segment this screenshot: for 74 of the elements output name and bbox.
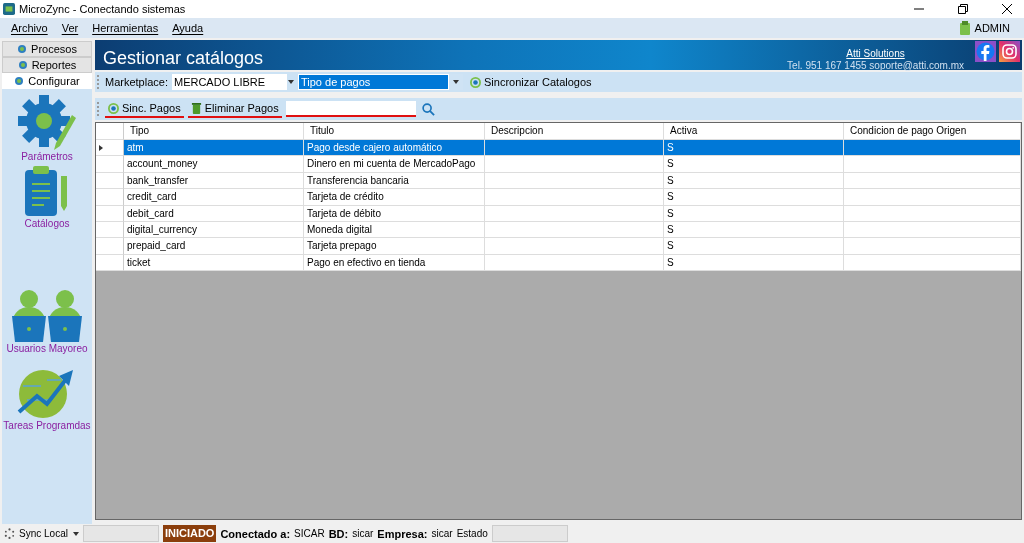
facebook-icon[interactable] [975, 41, 996, 62]
sync-catalogs-button[interactable]: Sincronizar Catalogos [467, 73, 595, 91]
marketplace-dropdown[interactable]: MERCADO LIBRE [172, 74, 296, 90]
table-cell: credit_card [124, 189, 304, 206]
side-tab[interactable]: Reportes [2, 57, 92, 73]
side-item-label[interactable]: Parámetros [21, 151, 73, 162]
status-value: sicar [431, 528, 453, 539]
menu-item[interactable]: Archivo [4, 22, 55, 34]
user-name: ADMIN [974, 22, 1010, 34]
sync-local-dropdown[interactable]: Sync Local [19, 528, 79, 539]
close-icon[interactable] [1002, 4, 1012, 14]
trash-icon [190, 102, 202, 114]
table-cell: S [664, 205, 844, 222]
catalog-dropdown[interactable]: Tipo de pagos [298, 74, 463, 90]
search-field[interactable] [285, 101, 416, 117]
side-item-label[interactable]: Catálogos [24, 218, 70, 229]
table-cell: Tarjeta de débito [304, 205, 485, 222]
gear-icon[interactable] [18, 93, 76, 151]
table-cell: Tarjeta de crédito [304, 189, 485, 206]
menu-item[interactable]: Ver [54, 22, 86, 34]
table-cell: Pago en efectivo en tienda [304, 254, 485, 272]
caret-icon [453, 80, 459, 84]
table-cell: S [664, 254, 844, 272]
sync-icon [470, 76, 481, 88]
search-icon[interactable] [421, 102, 435, 116]
table-row[interactable]: prepaid_card Tarjeta prepago S [96, 238, 1021, 255]
menu-item[interactable]: Ayuda [165, 22, 211, 34]
menu-item[interactable]: Herramientas [85, 22, 166, 34]
table-cell: S [664, 156, 844, 173]
table-cell: debit_card [124, 205, 304, 222]
tab-icon [14, 76, 25, 86]
table-row[interactable]: atm Pago desde cajero automático S [96, 140, 1021, 157]
table-cell: account_money [124, 156, 304, 173]
status-badge: INICIADO [162, 525, 217, 542]
company-link[interactable]: Atti Solutions [846, 48, 905, 60]
page-title: Gestionar catálogos [103, 46, 264, 69]
app-icon [3, 3, 15, 15]
user-icon [958, 21, 971, 35]
status-label: Empresa: [377, 527, 428, 540]
side-tab[interactable]: Procesos [2, 41, 92, 57]
status-label: Estado [456, 528, 488, 539]
table-cell: S [664, 189, 844, 206]
caret-icon [72, 531, 79, 536]
tab-icon [17, 60, 28, 70]
table-row[interactable]: credit_card Tarjeta de crédito S [96, 189, 1021, 206]
table-row[interactable]: account_money Dinero en mi cuenta de MercadoPago S [96, 156, 1021, 173]
side-item-label[interactable]: Usuarios Mayoreo [6, 343, 88, 354]
row-pointer-icon [99, 144, 103, 151]
status-label: BD: [328, 527, 349, 540]
users-icon[interactable] [11, 289, 83, 343]
table-cell: Tarjeta prepago [304, 238, 485, 255]
sync-icon [108, 102, 119, 114]
instagram-icon[interactable] [999, 41, 1020, 62]
window-title: MicroZync - Conectando sistemas [19, 3, 186, 15]
marketplace-label: Marketplace: [105, 76, 168, 88]
table-cell: ticket [124, 254, 304, 272]
table-cell: Dinero en mi cuenta de MercadoPago [304, 156, 485, 173]
status-value: SICAR [294, 528, 325, 539]
table-cell: atm [124, 140, 304, 157]
delete-payments-button[interactable]: Eliminar Pagos [187, 100, 282, 118]
side-item-label[interactable]: Tareas Programdas [3, 420, 91, 431]
contact-text: Tel. 951 167 1455 soporte@atti.com.mx [787, 60, 964, 72]
table-cell: S [664, 238, 844, 255]
side-tab[interactable]: Configurar [2, 73, 92, 89]
status-label: Conectado a: [220, 527, 291, 540]
table-cell: S [664, 140, 844, 157]
status-value: sicar [352, 528, 374, 539]
caret-icon [288, 80, 295, 84]
spinner-icon [4, 528, 15, 539]
table-cell: prepaid_card [124, 238, 304, 255]
tab-icon [17, 44, 28, 54]
restore-icon[interactable] [958, 4, 968, 14]
table-cell: Pago desde cajero automático [304, 140, 485, 157]
sync-payments-button[interactable]: Sinc. Pagos [105, 100, 184, 118]
